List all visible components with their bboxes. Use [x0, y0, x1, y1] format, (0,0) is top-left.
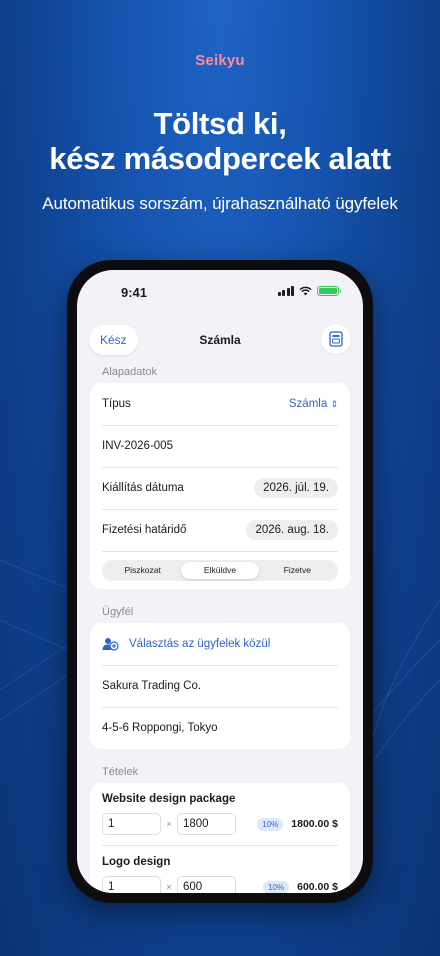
line-item: Logo design 1 × 600 10% 600.00 $	[102, 845, 338, 893]
subheadline: Automatikus sorszám, újrahasználható ügy…	[42, 194, 398, 213]
section-header-basics: Alapadatok	[102, 366, 158, 378]
due-date-picker[interactable]: 2026. aug. 18.	[246, 520, 338, 540]
multiply-icon: ×	[166, 882, 172, 892]
quantity-input[interactable]: 1	[102, 813, 161, 835]
nav-bar: Kész Számla	[77, 313, 363, 361]
headline: Töltsd ki, kész másodpercek alatt	[0, 106, 440, 176]
tax-badge[interactable]: 10%	[263, 880, 290, 893]
section-header-items: Tételek	[102, 766, 139, 778]
client-name-field[interactable]: Sakura Trading Co.	[102, 680, 201, 692]
type-value: Számla	[288, 398, 328, 410]
quantity-input[interactable]: 1	[102, 876, 161, 893]
item-fields: 1 × 600 10% 600.00 $	[102, 876, 338, 893]
status-time: 9:41	[121, 285, 148, 300]
status-row: Piszkozat Elküldve Fizetve	[90, 551, 350, 589]
item-fields: 1 × 1800 10% 1800.00 $	[102, 813, 338, 845]
headline-line-2: kész másodpercek alatt	[49, 141, 391, 176]
items-card: Website design package 1 × 1800 10% 1800…	[90, 783, 350, 893]
cellular-signal-icon	[277, 286, 294, 296]
client-name-row[interactable]: Sakura Trading Co.	[90, 665, 350, 707]
phone-screen: 9:41 Kész Számla Alapadatok Típus Számla…	[77, 270, 363, 893]
status-segmented-control[interactable]: Piszkozat Elküldve Fizetve	[102, 559, 338, 581]
choose-client-link[interactable]: Választás az ügyfelek közül	[129, 638, 270, 650]
line-amount: 1800.00 $	[291, 818, 338, 830]
wifi-icon	[299, 286, 312, 296]
due-date-label: Fizetési határidő	[102, 524, 187, 536]
issue-date-label: Kiállítás dátuma	[102, 482, 184, 494]
type-label: Típus	[102, 398, 131, 410]
multiply-icon: ×	[166, 819, 172, 829]
document-preview-icon	[329, 331, 343, 347]
section-header-client: Ügyfél	[102, 606, 134, 618]
issue-date-picker[interactable]: 2026. júl. 19.	[254, 478, 338, 498]
document-preview-button[interactable]	[321, 324, 351, 354]
chevron-up-down-icon: ⇕	[330, 399, 338, 409]
item-title[interactable]: Logo design	[102, 856, 338, 868]
segment-sent[interactable]: Elküldve	[181, 561, 259, 579]
type-row[interactable]: Típus Számla ⇕	[90, 383, 350, 425]
issue-date-row: Kiállítás dátuma 2026. júl. 19.	[90, 467, 350, 509]
phone-frame: 9:41 Kész Számla Alapadatok Típus Számla…	[67, 260, 373, 903]
client-address-row[interactable]: 4-5-6 Roppongi, Tokyo	[90, 707, 350, 749]
line-item: Website design package 1 × 1800 10% 1800…	[90, 783, 350, 845]
due-date-row: Fizetési határidő 2026. aug. 18.	[90, 509, 350, 551]
battery-icon	[317, 286, 341, 296]
status-bar: 9:41	[77, 270, 363, 314]
item-title[interactable]: Website design package	[102, 793, 338, 805]
unit-price-input[interactable]: 1800	[177, 813, 236, 835]
client-address-field[interactable]: 4-5-6 Roppongi, Tokyo	[102, 722, 218, 734]
brand-name: Seikyu	[195, 52, 245, 69]
segment-draft[interactable]: Piszkozat	[104, 562, 181, 579]
client-card: Választás az ügyfelek közül Sakura Tradi…	[90, 623, 350, 749]
invoice-number-field[interactable]: INV-2026-005	[102, 440, 173, 452]
headline-line-1: Töltsd ki,	[153, 106, 287, 141]
status-icons	[277, 286, 341, 296]
contacts-icon	[102, 638, 119, 651]
segment-paid[interactable]: Fizetve	[259, 562, 336, 579]
basics-card: Típus Számla ⇕ INV-2026-005 Kiállítás dá…	[90, 383, 350, 589]
unit-price-input[interactable]: 600	[177, 876, 236, 893]
line-amount: 600.00 $	[297, 881, 338, 893]
invoice-number-row[interactable]: INV-2026-005	[90, 425, 350, 467]
invoice-sheet: Kész Számla Alapadatok Típus Számla ⇕ IN…	[77, 313, 363, 893]
choose-client-row[interactable]: Választás az ügyfelek közül	[90, 623, 350, 665]
tax-badge[interactable]: 10%	[257, 817, 284, 831]
type-picker[interactable]: Számla ⇕	[289, 398, 338, 410]
